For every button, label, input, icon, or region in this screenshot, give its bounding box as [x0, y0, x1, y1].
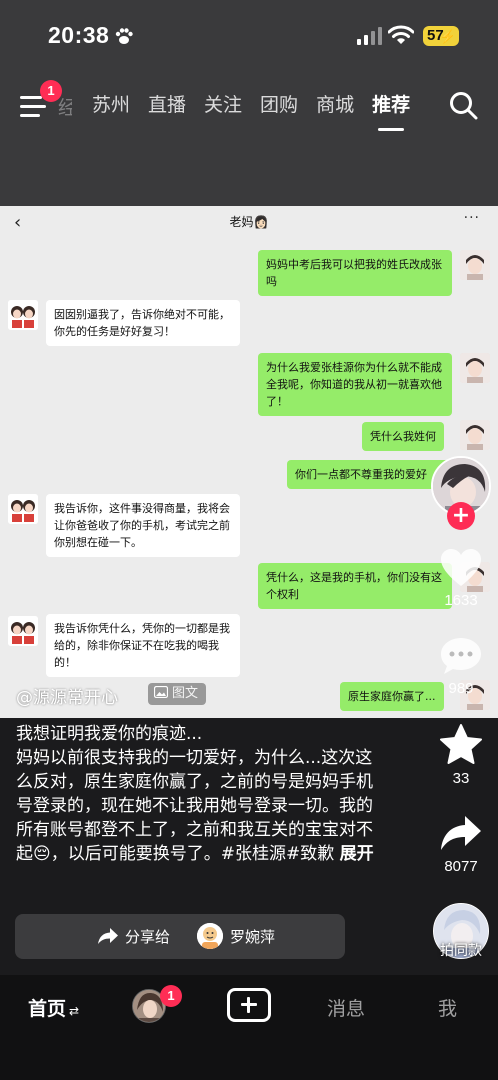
status-bar: 20:38 57 ⚡ [0, 0, 498, 74]
favorite-count: 33 [452, 770, 470, 787]
refresh-icon: ⇄ [69, 1004, 80, 1018]
chat-message: 我告诉你凭什么，凭你的一切都是我给的，除非你保证不在吃我的喝我的！ [46, 614, 240, 677]
avatar [460, 353, 490, 383]
like-count: 1633 [444, 592, 478, 609]
avatar [8, 494, 38, 524]
cellular-signal-icon [357, 27, 382, 45]
post-type-label: 图文 [172, 686, 199, 701]
charging-bolt-icon: ⚡ [439, 29, 456, 44]
wifi-icon [388, 25, 414, 44]
paw-icon [115, 28, 133, 44]
chat-message: 凭什么，这是我的手机，你们没有这个权利 [258, 563, 452, 609]
post-image-chat-screenshot[interactable]: ‹ 老妈👩🏻 ··· 妈妈中考后我可以把我的姓氏改成张吗 囡囡别逼我了，告诉你绝… [0, 206, 498, 718]
share-to-label: 分享给 [125, 928, 171, 946]
tab-messages[interactable]: 消息 [327, 994, 365, 1021]
image-text-icon [153, 685, 169, 699]
caption-text: 我想证明我爱你的痕迹... 妈妈以前很支持我的一切爱好，为什么...这次这么反对… [16, 724, 373, 864]
avatar [460, 250, 490, 280]
search-icon[interactable] [448, 90, 478, 120]
expand-caption-link[interactable]: 展开 [340, 844, 374, 864]
chat-message: 为什么我爱张桂源你为什么就不能成全我呢，你知道的我从初一就喜欢他了！ [258, 353, 452, 416]
post-caption[interactable]: 我想证明我爱你的痕迹... 妈妈以前很支持我的一切爱好，为什么...这次这么反对… [16, 722, 386, 866]
share-arrow-icon [98, 928, 118, 944]
share-arrow-icon [441, 816, 481, 850]
tab-mall[interactable]: 商城 [316, 90, 354, 117]
battery-charging-icon: 57 ⚡ [423, 26, 459, 46]
chat-message: 凭什么我姓何 [362, 422, 444, 451]
share-recipient-name: 罗婉萍 [230, 928, 276, 946]
friends-badge: 1 [160, 985, 182, 1007]
tab-live[interactable]: 直播 [148, 90, 186, 117]
avatar [8, 300, 38, 330]
share-count: 8077 [444, 858, 478, 875]
author-name[interactable]: @源源常开心 [16, 683, 118, 708]
status-time: 20:38 [48, 22, 110, 48]
tab-faded[interactable]: 经 [58, 93, 72, 120]
heart-icon [441, 549, 481, 586]
comment-icon [441, 638, 481, 674]
like-button[interactable]: 1633 [426, 548, 496, 609]
top-nav: 1 经 苏州 直播 关注 团购 商城 推荐 [0, 74, 498, 206]
favorite-button[interactable]: 33 [426, 724, 496, 787]
avatar [460, 420, 490, 450]
chat-more-icon: ··· [463, 210, 480, 226]
comment-button[interactable]: 989 [426, 636, 496, 697]
tab-group-buy[interactable]: 团购 [260, 90, 298, 117]
bottom-tab-bar: 首页 ⇄ 1 消息 我 [0, 975, 498, 1080]
chat-message: 我告诉你，这件事没得商量，我将会让你爸爸收了你的手机，考试完之前你别想在碰一下。 [46, 494, 240, 557]
follow-button[interactable]: + [447, 502, 475, 530]
star-icon [440, 724, 482, 764]
avatar [197, 923, 223, 949]
create-post-button[interactable] [227, 988, 271, 1022]
tab-me[interactable]: 我 [438, 994, 457, 1021]
shoot-same-label[interactable]: 拍同款 [429, 940, 493, 960]
tab-recommended[interactable]: 推荐 [372, 90, 410, 131]
tab-following[interactable]: 关注 [204, 90, 242, 117]
tab-home-label: 首页 [28, 998, 67, 1020]
comment-count: 989 [448, 680, 474, 697]
chat-message: 囡囡别逼我了，告诉你绝对不可能，你先的任务是好好复习！ [46, 300, 240, 346]
share-to-friend-bar[interactable]: 分享给 罗婉萍 [15, 914, 345, 959]
chat-title: 老妈👩🏻 [229, 215, 269, 229]
chat-message: 妈妈中考后我可以把我的姓氏改成张吗 [258, 250, 452, 296]
tab-suzhou[interactable]: 苏州 [92, 90, 130, 117]
feed-tabs: 苏州 直播 关注 团购 商城 推荐 [92, 90, 410, 131]
tab-home[interactable]: 首页 ⇄ [28, 994, 79, 1021]
post-type-badge: 图文 [148, 683, 207, 705]
avatar [8, 616, 38, 646]
share-button[interactable]: 8077 [426, 814, 496, 875]
